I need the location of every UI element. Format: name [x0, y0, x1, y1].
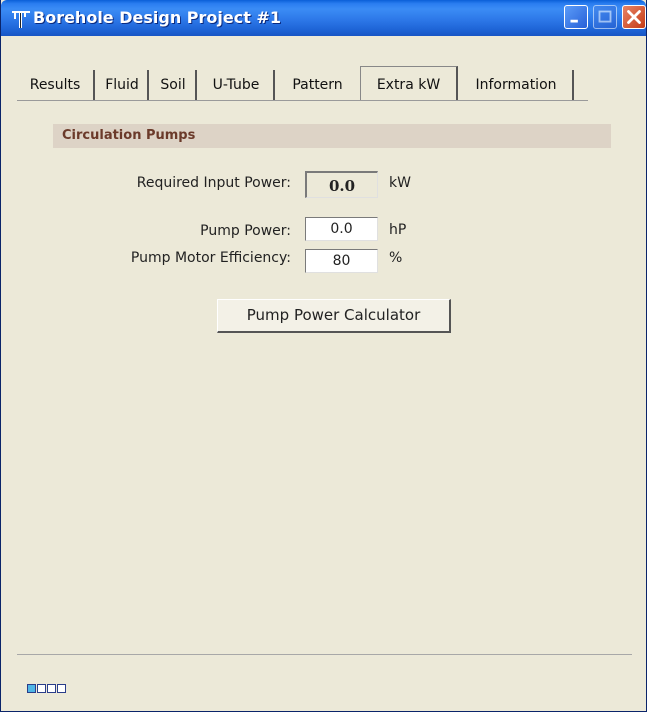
window-title: Borehole Design Project #1 — [33, 8, 281, 27]
progress-indicator — [27, 684, 68, 695]
maximize-icon — [598, 10, 612, 23]
tab-label: U-Tube — [212, 77, 260, 93]
maximize-button[interactable] — [593, 5, 617, 29]
progress-segment — [37, 684, 46, 693]
pump-motor-efficiency-label: Pump Motor Efficiency: — [130, 250, 291, 266]
tab-divider — [17, 100, 588, 101]
required-input-power-unit: kW — [389, 175, 411, 191]
borehole-rig-icon — [12, 11, 30, 28]
pump-power-input[interactable]: 0.0 — [305, 217, 378, 241]
tab-pattern[interactable]: Pattern — [275, 70, 360, 100]
tab-fluid[interactable]: Fluid — [97, 70, 149, 100]
tab-u-tube[interactable]: U-Tube — [199, 70, 275, 100]
tab-label: Fluid — [105, 77, 139, 93]
section-header-circulation-pumps: Circulation Pumps — [53, 124, 611, 148]
progress-segment — [47, 684, 56, 693]
tab-label: Pattern — [292, 77, 343, 93]
pump-power-unit: hP — [389, 222, 407, 238]
tab-label: Extra kW — [376, 77, 441, 93]
tab-extra-kw[interactable]: Extra kW — [360, 66, 458, 100]
app-window: Borehole Design Project #1 Results Fluid… — [0, 0, 647, 712]
pump-power-calculator-button[interactable]: Pump Power Calculator — [217, 299, 451, 333]
minimize-button[interactable] — [564, 5, 588, 29]
title-bar[interactable]: Borehole Design Project #1 — [1, 0, 646, 36]
pump-motor-efficiency-unit: % — [389, 250, 403, 266]
required-input-power-value: 0.0 — [305, 171, 378, 198]
tab-soil[interactable]: Soil — [151, 70, 197, 100]
tab-label: Information — [475, 77, 557, 93]
required-input-power-label: Required Input Power: — [136, 175, 291, 191]
close-button[interactable] — [622, 5, 646, 29]
tab-label: Results — [29, 77, 81, 93]
pump-motor-efficiency-input[interactable]: 80 — [305, 249, 378, 273]
pump-power-label: Pump Power: — [200, 223, 291, 239]
minimize-icon — [570, 19, 578, 23]
progress-segment — [27, 684, 36, 693]
tab-label: Soil — [160, 77, 186, 93]
close-icon — [627, 10, 641, 24]
tab-results[interactable]: Results — [17, 70, 95, 100]
status-divider — [17, 654, 632, 655]
progress-segment — [57, 684, 66, 693]
tab-information[interactable]: Information — [460, 70, 574, 100]
